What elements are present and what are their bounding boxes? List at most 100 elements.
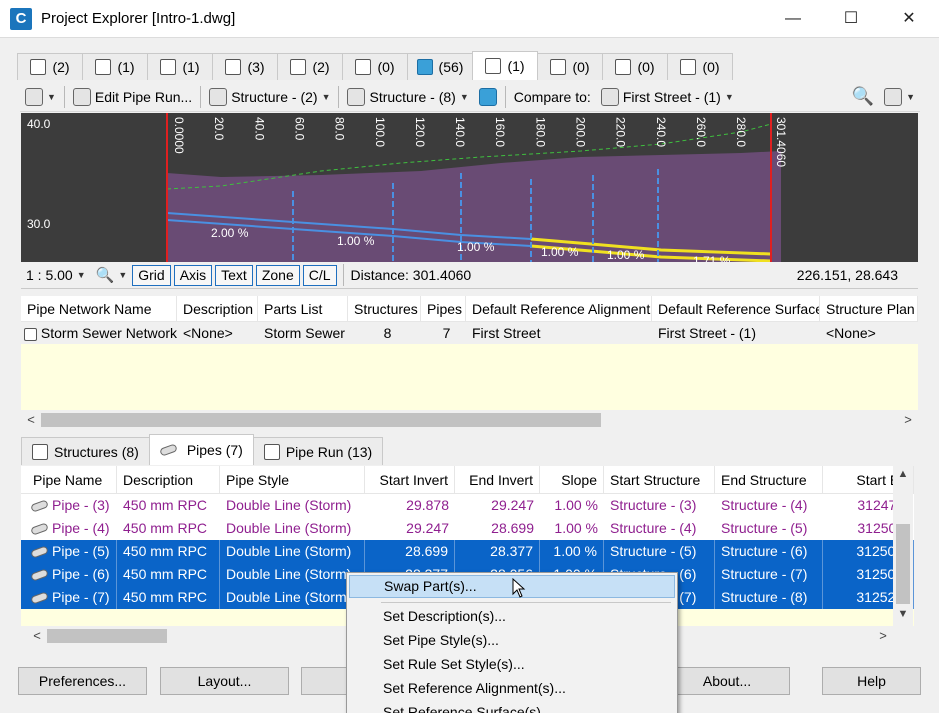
menu-item-set-description[interactable]: Set Description(s)... — [349, 605, 675, 628]
network-horizontal-scrollbar[interactable]: < > — [21, 410, 918, 430]
scroll-up-icon[interactable]: ▲ — [893, 468, 913, 486]
table-cell: Structure - (5) — [604, 540, 715, 563]
pipe-name: Pipe - (4) — [52, 520, 110, 536]
tab-gradings[interactable]: (0) — [537, 53, 603, 80]
column-header[interactable]: Structures — [348, 296, 421, 321]
preferences-button[interactable]: Preferences... — [18, 667, 147, 695]
pipe-name: Pipe - (7) — [52, 589, 110, 605]
layout-button[interactable]: Layout... — [160, 667, 289, 695]
network-table: Pipe Network Name Description Parts List… — [21, 296, 918, 410]
column-header[interactable]: Description — [117, 466, 220, 493]
view-options-button[interactable]: ▼ — [879, 84, 920, 110]
chevron-down-icon: ▼ — [118, 270, 128, 280]
table-row[interactable]: Pipe - (4) 450 mm RPC Double Line (Storm) 2… — [21, 517, 914, 540]
toolbar-separator — [63, 85, 65, 108]
scroll-left-icon[interactable]: < — [21, 410, 41, 430]
column-header[interactable]: End Invert — [455, 466, 540, 493]
column-header[interactable]: Pipe Name — [21, 466, 117, 493]
start-structure-dropdown[interactable]: Structure - (2) ▼ — [204, 84, 335, 110]
text-toggle[interactable]: Text — [215, 264, 253, 286]
table-cell: Double Line (Storm) — [220, 563, 365, 586]
about-button[interactable]: About... — [664, 667, 790, 695]
zone-toggle[interactable]: Zone — [255, 264, 300, 286]
column-header[interactable]: Start Invert — [365, 466, 455, 493]
grid-toggle[interactable]: Grid — [132, 264, 171, 286]
column-header[interactable]: Slope — [540, 466, 604, 493]
tab-sample-lines[interactable]: (3) — [212, 53, 278, 80]
pipe-table-header: Pipe Name Description Pipe Style Start I… — [21, 466, 914, 494]
tab-profiles[interactable]: (1) — [147, 53, 213, 80]
column-header[interactable]: Default Reference Surface — [652, 296, 820, 321]
help-button[interactable]: Help — [822, 667, 921, 695]
zoom-button[interactable]: 🔍 — [847, 84, 879, 110]
scroll-down-icon[interactable]: ▼ — [893, 608, 913, 626]
centerline-toggle[interactable]: C/L — [302, 264, 337, 286]
menu-item-set-rule-set-style[interactable]: Set Rule Set Style(s)... — [349, 653, 675, 676]
tab-count: (2) — [312, 59, 330, 75]
menu-item-set-pipe-style[interactable]: Set Pipe Style(s)... — [349, 629, 675, 652]
column-header[interactable]: End Structure — [715, 466, 823, 493]
minimize-button[interactable]: — — [764, 0, 822, 38]
scrollbar-thumb[interactable] — [41, 413, 601, 427]
window-title: Project Explorer [Intro-1.dwg] — [41, 10, 236, 27]
toolbar-separator — [504, 85, 506, 108]
tab-structures[interactable]: Structures (8) — [21, 437, 150, 465]
profile-view[interactable]: 0.0000 20.0 40.0 60.0 80.0 100.0 120.0 140.0 160… — [21, 113, 918, 262]
lock-button[interactable] — [474, 84, 502, 110]
menu-item-set-reference-alignment[interactable]: Set Reference Alignment(s)... — [349, 677, 675, 700]
column-header[interactable]: Pipe Network Name — [21, 296, 177, 321]
tab-pipes[interactable]: Pipes (7) — [148, 434, 254, 465]
tab-pipe-run[interactable]: Pipe Run (13) — [252, 437, 384, 465]
edit-pipe-run-button[interactable]: Edit Pipe Run... — [68, 84, 197, 110]
profile-canvas: 0.0000 20.0 40.0 60.0 80.0 100.0 120.0 140.0 160… — [27, 113, 788, 262]
column-header[interactable]: Description — [177, 296, 258, 321]
scroll-right-icon[interactable]: > — [873, 626, 893, 646]
toolbar-separator — [338, 85, 340, 108]
column-header[interactable]: Pipe Style — [220, 466, 365, 493]
axis-toggle[interactable]: Axis — [173, 264, 213, 286]
table-row[interactable]: Pipe - (3) 450 mm RPC Double Line (Storm) 2… — [21, 494, 914, 517]
pipe-name: Pipe - (3) — [52, 497, 110, 513]
tab-count: (56) — [438, 59, 464, 75]
end-structure-dropdown[interactable]: Structure - (8) ▼ — [342, 84, 473, 110]
slope-label: 1.00 % — [541, 245, 579, 259]
station-label: 100.0 — [373, 117, 387, 147]
scrollbar-thumb[interactable] — [47, 629, 167, 643]
tab-label: Structures (8) — [54, 443, 139, 460]
menu-item-set-reference-surface[interactable]: Set Reference Surface(s)... — [349, 701, 675, 713]
column-header[interactable]: Default Reference Alignment — [466, 296, 652, 321]
scroll-left-icon[interactable]: < — [27, 626, 47, 646]
tab-corridors[interactable]: (1) — [82, 53, 148, 80]
pipe-vertical-scrollbar[interactable]: ▲ ▼ — [893, 466, 913, 626]
table-row[interactable]: Pipe - (5) 450 mm RPC Double Line (Storm) 2… — [21, 540, 914, 563]
chevron-down-icon: ▼ — [321, 91, 331, 102]
pipe-tools-button[interactable]: ▼ — [20, 84, 61, 110]
slope-label: 1.71 % — [693, 254, 731, 262]
elevation-label: 30.0 — [27, 217, 51, 231]
tab-surfaces[interactable]: (2) — [277, 53, 343, 80]
tab-pipe-networks[interactable]: (1) — [472, 51, 538, 80]
table-cell: Structure - (6) — [715, 540, 823, 563]
compare-to-dropdown[interactable]: First Street - (1) ▼ — [596, 84, 739, 110]
feature-line-icon — [355, 59, 372, 75]
network-row[interactable]: Storm Sewer Network <None> Storm Sewer 8… — [21, 322, 918, 344]
station-label: 120.0 — [413, 117, 427, 147]
tab-sheets[interactable]: (0) — [667, 53, 733, 80]
close-button[interactable]: ✕ — [880, 0, 938, 38]
tab-feature-lines[interactable]: (0) — [342, 53, 408, 80]
tab-intersections[interactable]: (0) — [602, 53, 668, 80]
tab-alignments[interactable]: (2) — [17, 53, 83, 80]
scale-dropdown[interactable]: 1 : 5.00 ▼ — [21, 262, 91, 288]
compare-to-value: First Street - (1) — [622, 88, 721, 105]
maximize-button[interactable]: ☐ — [822, 0, 880, 38]
column-header[interactable]: Parts List — [258, 296, 348, 321]
scroll-right-icon[interactable]: > — [898, 410, 918, 430]
column-header[interactable]: Start Structure — [604, 466, 715, 493]
zoom-dropdown[interactable]: 🔍 ▼ — [91, 262, 133, 288]
column-header[interactable]: Structure Plan I — [820, 296, 918, 321]
scrollbar-thumb[interactable] — [896, 524, 910, 604]
column-header[interactable]: Pipes — [421, 296, 466, 321]
tab-parcels[interactable]: (56) — [407, 53, 473, 80]
table-cell: Structure - (4) — [721, 497, 808, 513]
toolbar-separator — [200, 85, 202, 108]
